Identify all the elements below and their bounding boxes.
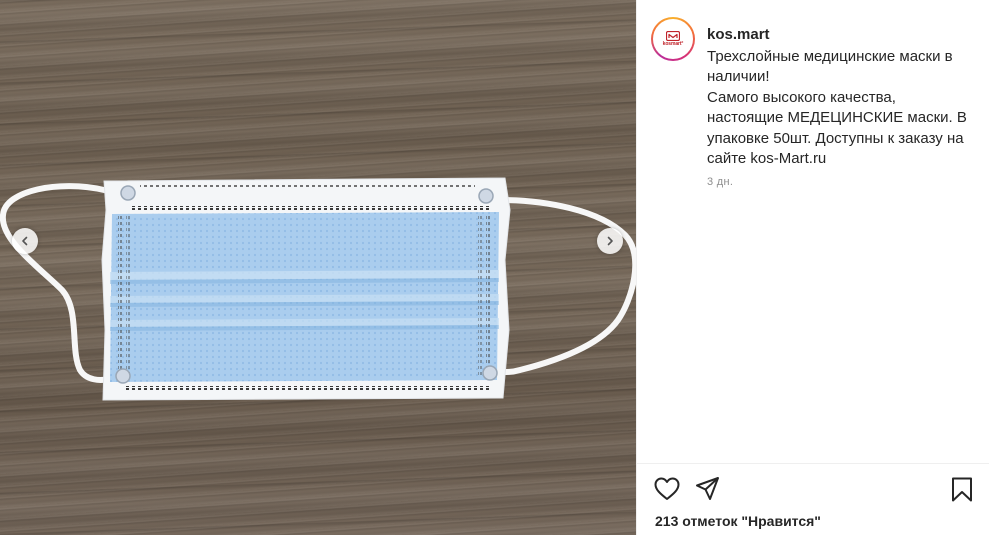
caption-line: наличии! bbox=[707, 68, 770, 85]
post-details-panel: kosmart° kos.mart Трехслойные медицински… bbox=[636, 0, 989, 535]
avatar[interactable]: kosmart° bbox=[651, 17, 695, 61]
previous-photo-button[interactable] bbox=[12, 228, 38, 254]
paper-plane-icon[interactable] bbox=[695, 476, 720, 501]
caption-line: упаковке 50шт. Доступны к заказу на bbox=[707, 129, 964, 147]
brand-logo-icon bbox=[666, 31, 680, 41]
next-photo-button[interactable] bbox=[597, 228, 623, 254]
medical-mask-image bbox=[0, 177, 636, 401]
bookmark-icon[interactable] bbox=[951, 477, 973, 502]
username-link[interactable]: kos.mart bbox=[707, 25, 982, 46]
avatar-logo: kosmart° bbox=[653, 19, 693, 59]
caption-line: Самого высокого качества, bbox=[707, 88, 896, 106]
heart-icon[interactable] bbox=[654, 477, 680, 501]
caption-line: Трехслойные медицинские маски в bbox=[707, 47, 953, 65]
caption-line: сайте kos-Mart.ru bbox=[707, 150, 827, 167]
avatar-text: kosmart° bbox=[662, 41, 684, 47]
post-caption: kos.mart Трехслойные медицинские маски в… bbox=[707, 25, 982, 170]
post-timestamp[interactable]: 3 дн. bbox=[707, 176, 733, 188]
post-photo bbox=[0, 0, 636, 535]
chevron-right-icon bbox=[607, 236, 613, 246]
chevron-left-icon bbox=[22, 236, 28, 246]
instagram-post: kosmart° kos.mart Трехслойные медицински… bbox=[0, 0, 989, 535]
divider bbox=[637, 463, 989, 464]
caption-line: настоящие МЕДЕЦИНСКИЕ маски. В bbox=[707, 109, 967, 126]
likes-count[interactable]: 213 отметок "Нравится" bbox=[655, 513, 821, 529]
